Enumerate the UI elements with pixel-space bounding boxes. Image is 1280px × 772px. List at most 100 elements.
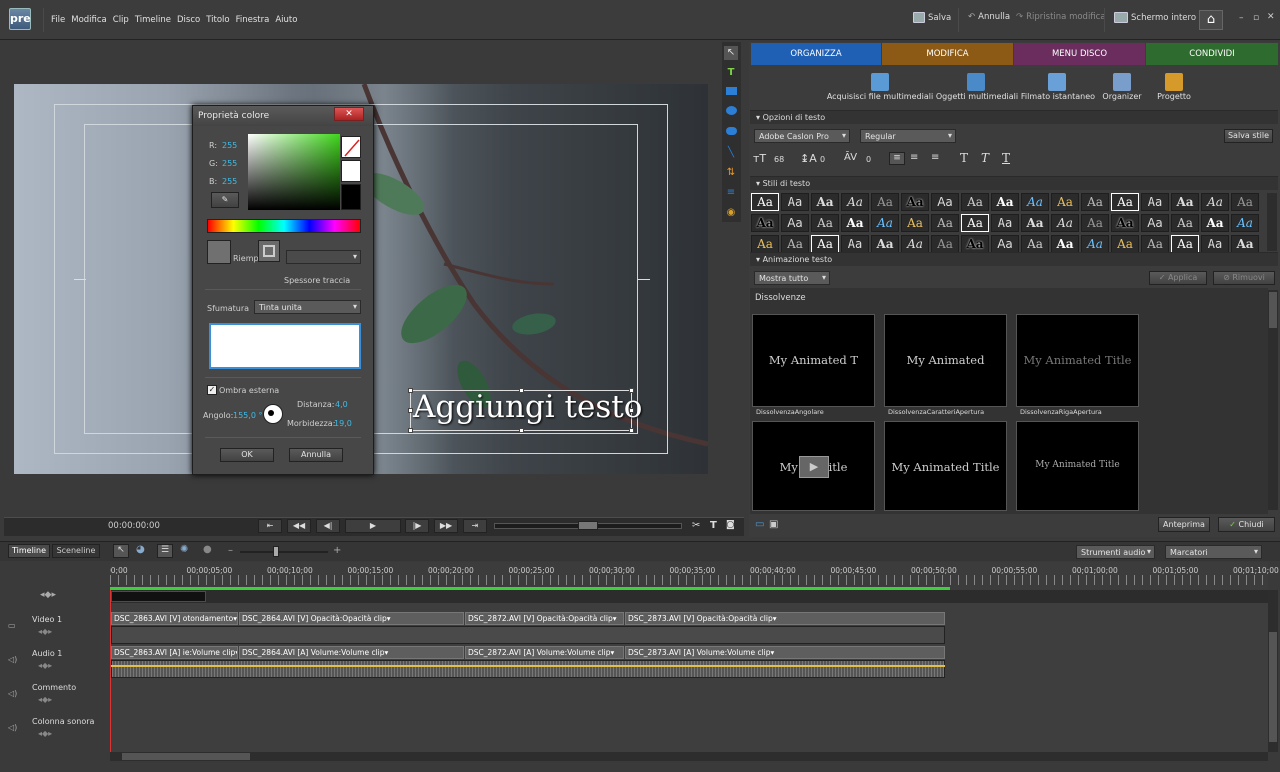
text-style-preset[interactable]: Aa [1171, 193, 1199, 211]
text-style-preset[interactable]: Aa [1141, 235, 1169, 253]
text-style-preset[interactable]: Aa [1201, 235, 1229, 253]
cancel-button[interactable]: Annulla [289, 448, 343, 462]
styles-scrollbar[interactable] [1267, 193, 1277, 251]
rounded-rect-tool-icon[interactable] [724, 126, 738, 140]
text-style-preset[interactable]: Aa [1201, 193, 1229, 211]
animation-thumb[interactable]: My An Title ▶ [752, 421, 875, 511]
text-style-preset[interactable]: Aa [991, 214, 1019, 232]
text-style-preset[interactable]: Aa [961, 214, 989, 232]
preview-button[interactable]: Anteprima [1158, 517, 1210, 532]
close-button[interactable]: ✕ [1267, 12, 1275, 22]
keyframe-nav-icon[interactable]: ◂◆▸ [38, 729, 52, 738]
audio-clip[interactable]: DSC_2872.AVI [A] Volume:Volume clip▾ [465, 646, 624, 659]
dialog-close-button[interactable]: ✕ [334, 107, 364, 121]
text-style-preset[interactable]: Aa [991, 193, 1019, 211]
tab-condividi[interactable]: CONDIVIDI [1146, 43, 1278, 65]
font-size-value[interactable]: 68 [774, 155, 784, 164]
audio-clip[interactable]: DSC_2873.AVI [A] Volume:Volume clip▾ [625, 646, 945, 659]
keyframe-nav-icon[interactable]: ◂◆▸ [38, 695, 52, 704]
tab-menu-disco[interactable]: MENU DISCO [1014, 43, 1145, 65]
text-style-preset[interactable]: Aa [1021, 193, 1049, 211]
menu-timeline[interactable]: Timeline [135, 15, 171, 25]
animation-thumb[interactable]: My Animated Title [1016, 421, 1139, 511]
text-style-preset[interactable]: Aa [871, 214, 899, 232]
horizontal-text-tool-icon[interactable]: T [724, 66, 738, 80]
g-value[interactable]: 255 [222, 159, 237, 168]
fill-swatch[interactable] [207, 240, 231, 264]
align-left-button[interactable]: ≡ [889, 152, 905, 165]
selection-tool-button[interactable]: ↖ [113, 544, 129, 558]
text-style-preset[interactable]: Aa [811, 193, 839, 211]
video-clip[interactable]: DSC_2864.AVI [V] Opacità:Opacità clip▾ [239, 612, 464, 625]
text-style-preset[interactable]: Aa [841, 235, 869, 253]
center-tool-icon[interactable]: ≡ [724, 186, 738, 200]
animation-save-icon[interactable]: ▣ [769, 519, 778, 530]
r-value[interactable]: 255 [222, 141, 237, 150]
title-text-box[interactable]: Aggiungi testo [410, 389, 642, 431]
audio-clip[interactable]: DSC_2863.AVI [A] ie:Volume clip▾ [111, 646, 238, 659]
text-style-preset[interactable]: Aa [1141, 214, 1169, 232]
text-style-preset[interactable]: Aa [781, 214, 809, 232]
text-style-preset[interactable]: Aa [1201, 214, 1229, 232]
eyedropper-button[interactable]: ✎ [211, 192, 239, 208]
bold-button[interactable]: T [960, 151, 968, 165]
text-style-preset[interactable]: Aa [751, 235, 779, 253]
menu-finestra[interactable]: Finestra [236, 15, 270, 25]
organizer-button[interactable]: Organizer [1100, 92, 1144, 101]
text-style-preset[interactable]: Aa [1231, 235, 1259, 253]
text-style-preset[interactable]: Aa [811, 214, 839, 232]
step-forward-button[interactable]: |▶ [405, 519, 429, 533]
text-style-preset[interactable]: Aa [1051, 193, 1079, 211]
animation-thumb[interactable]: My Animated Title [884, 421, 1007, 511]
black-swatch[interactable] [341, 184, 361, 210]
text-style-preset[interactable]: Aa [1141, 193, 1169, 211]
stroke-dropdown[interactable] [286, 250, 361, 264]
text-style-preset[interactable]: Aa [1021, 214, 1049, 232]
text-style-preset[interactable]: Aa [1081, 235, 1109, 253]
project-button[interactable]: Progetto [1152, 92, 1196, 101]
text-style-preset[interactable]: Aa [841, 193, 869, 211]
distance-value[interactable]: 4,0 [335, 400, 348, 409]
selection-tool-icon[interactable]: ↖ [724, 46, 738, 60]
zoom-slider[interactable] [240, 551, 328, 553]
text-styles-header[interactable]: ▾ Stili di testo [750, 176, 1278, 190]
audio-waveform[interactable] [111, 660, 945, 678]
video-clip-body[interactable] [111, 626, 945, 644]
text-style-preset[interactable]: Aa [1171, 214, 1199, 232]
animation-folder-icon[interactable]: ▭ [755, 519, 764, 530]
animation-thumb[interactable]: My Animated [884, 314, 1007, 407]
text-style-preset[interactable]: Aa [961, 193, 989, 211]
text-style-preset[interactable]: Aa [961, 235, 989, 253]
markers-dropdown[interactable]: Marcatori [1165, 545, 1262, 559]
animation-thumb[interactable]: My Animated T [752, 314, 875, 407]
underline-button[interactable]: T [1002, 151, 1010, 165]
gradient-dropdown[interactable]: Tinta unita [254, 300, 361, 314]
current-timecode[interactable]: 00:00:00:00 [108, 521, 160, 531]
tab-organizza[interactable]: ORGANIZZA [751, 43, 881, 65]
tab-timeline[interactable]: Timeline [8, 544, 50, 558]
text-style-preset[interactable]: Aa [751, 193, 779, 211]
tab-sceneline[interactable]: Sceneline [52, 544, 100, 558]
b-value[interactable]: 255 [222, 177, 237, 186]
text-style-preset[interactable]: Aa [841, 214, 869, 232]
text-style-preset[interactable]: Aa [901, 214, 929, 232]
smart-trim-icon[interactable]: ◕ [136, 544, 145, 555]
project-assets-button[interactable]: Oggetti multimediali [935, 92, 1019, 101]
resize-handle[interactable] [408, 428, 413, 433]
video-clip[interactable]: DSC_2873.AVI [V] Opacità:Opacità clip▾ [625, 612, 945, 625]
timeline-hscrollbar[interactable] [110, 752, 1268, 761]
instant-movie-button[interactable]: Filmato istantaneo [1020, 92, 1096, 101]
text-style-preset[interactable]: Aa [931, 214, 959, 232]
text-style-preset[interactable]: Aa [1081, 214, 1109, 232]
text-style-preset[interactable]: Aa [1051, 214, 1079, 232]
keyframe-nav-icon[interactable]: ◂◆▸ [40, 590, 56, 600]
rectangle-tool-icon[interactable] [724, 86, 738, 100]
resize-handle[interactable] [408, 388, 413, 393]
shadow-checkbox[interactable]: ✓ [207, 385, 217, 395]
save-button[interactable]: Salva [913, 12, 951, 23]
text-tool-icon[interactable]: T [710, 520, 717, 531]
no-color-swatch[interactable] [341, 136, 361, 158]
leading-value[interactable]: 0 [820, 155, 825, 164]
smart-mix-icon[interactable]: ✺ [180, 544, 188, 555]
video-clip[interactable]: DSC_2872.AVI [V] Opacità:Opacità clip▾ [465, 612, 624, 625]
